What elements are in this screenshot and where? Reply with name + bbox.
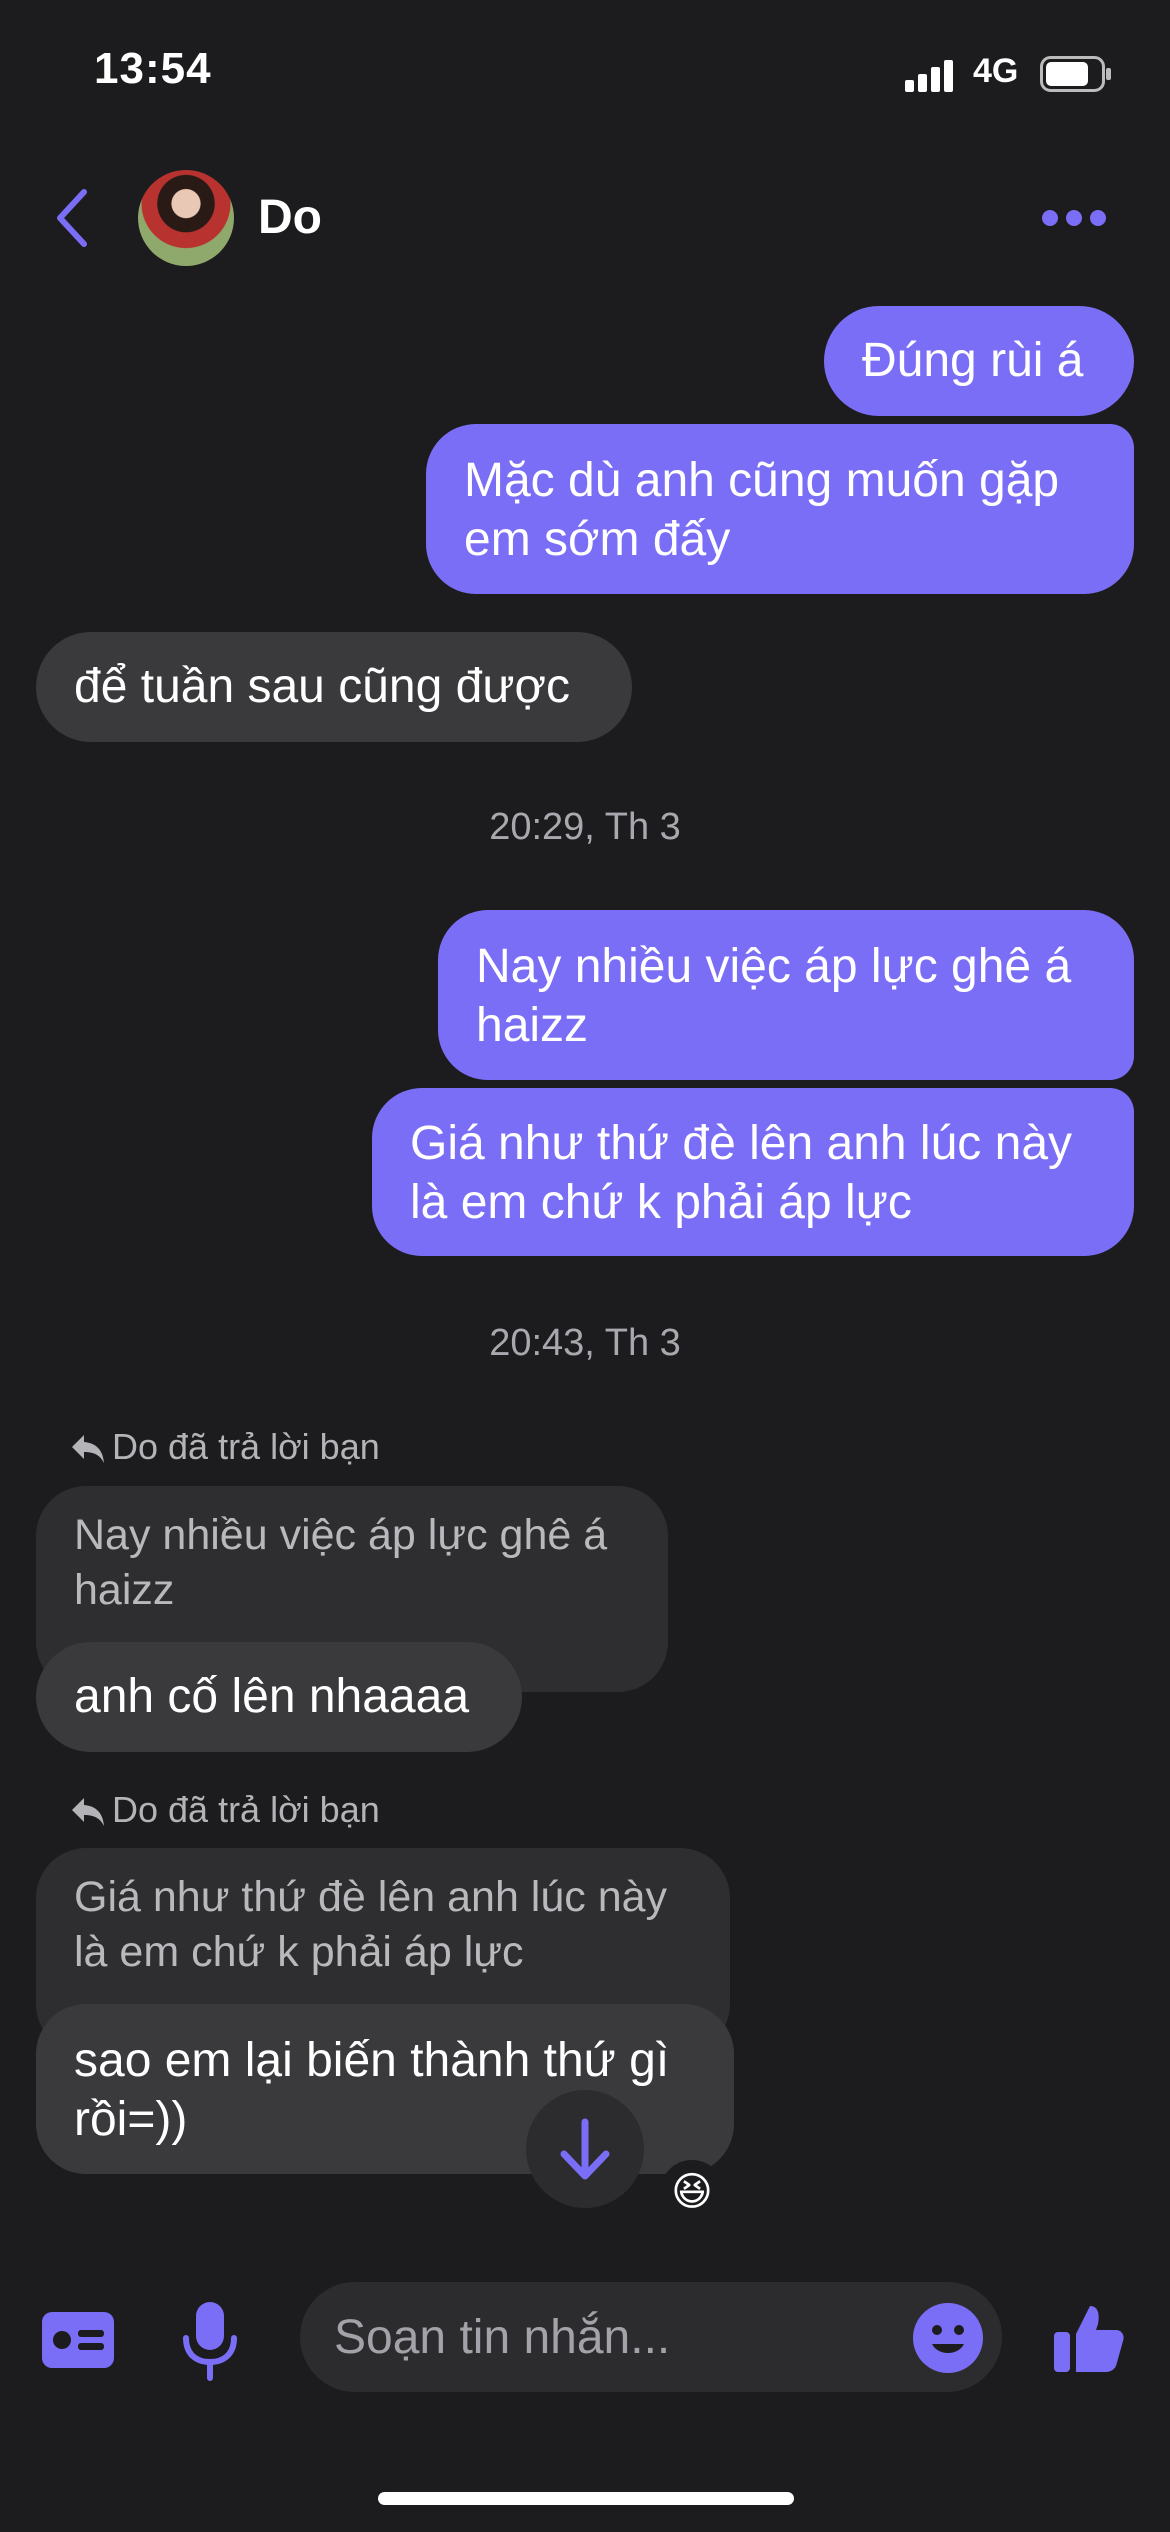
reply-label: Do đã trả lời bạn	[70, 1426, 380, 1468]
reply-label-text: Do đã trả lời bạn	[112, 1789, 380, 1830]
back-icon[interactable]	[52, 188, 92, 248]
message-bubble-incoming[interactable]: anh cố lên nhaaaa	[36, 1642, 522, 1752]
reaction-emoji[interactable]: 😆	[660, 2160, 724, 2224]
reply-label: Do đã trả lời bạn	[70, 1789, 380, 1831]
contact-card-icon[interactable]	[42, 2312, 114, 2368]
message-input-placeholder[interactable]: Soạn tin nhắn...	[334, 2310, 670, 2365]
reply-icon	[72, 1798, 104, 1826]
message-bubble-outgoing[interactable]: Đúng rùi á	[824, 306, 1134, 416]
more-options-icon[interactable]	[1040, 206, 1108, 230]
home-indicator	[378, 2492, 794, 2505]
scroll-down-button[interactable]	[526, 2090, 644, 2208]
reply-label-text: Do đã trả lời bạn	[112, 1426, 380, 1467]
message-bubble-incoming[interactable]: để tuần sau cũng được	[36, 632, 632, 742]
status-time: 13:54	[94, 44, 212, 93]
message-bubble-outgoing[interactable]: Nay nhiều việc áp lực ghê á haizz	[438, 910, 1134, 1080]
message-bubble-outgoing[interactable]: Mặc dù anh cũng muốn gặp em sớm đấy	[426, 424, 1134, 594]
message-bubble-outgoing[interactable]: Giá như thứ đè lên anh lúc này là em chứ…	[372, 1088, 1134, 1256]
reply-icon	[72, 1435, 104, 1463]
thumbs-up-icon[interactable]	[1052, 2300, 1126, 2374]
timestamp: 20:29, Th 3	[489, 806, 681, 848]
battery-icon	[1040, 56, 1111, 92]
emoji-icon[interactable]	[912, 2302, 984, 2374]
arrow-down-icon	[560, 2118, 610, 2180]
network-type: 4G	[973, 52, 1019, 90]
microphone-icon[interactable]	[180, 2300, 240, 2382]
contact-name[interactable]: Do	[258, 190, 322, 245]
timestamp: 20:43, Th 3	[489, 1322, 681, 1364]
signal-icon	[905, 60, 953, 92]
avatar[interactable]	[138, 170, 234, 266]
